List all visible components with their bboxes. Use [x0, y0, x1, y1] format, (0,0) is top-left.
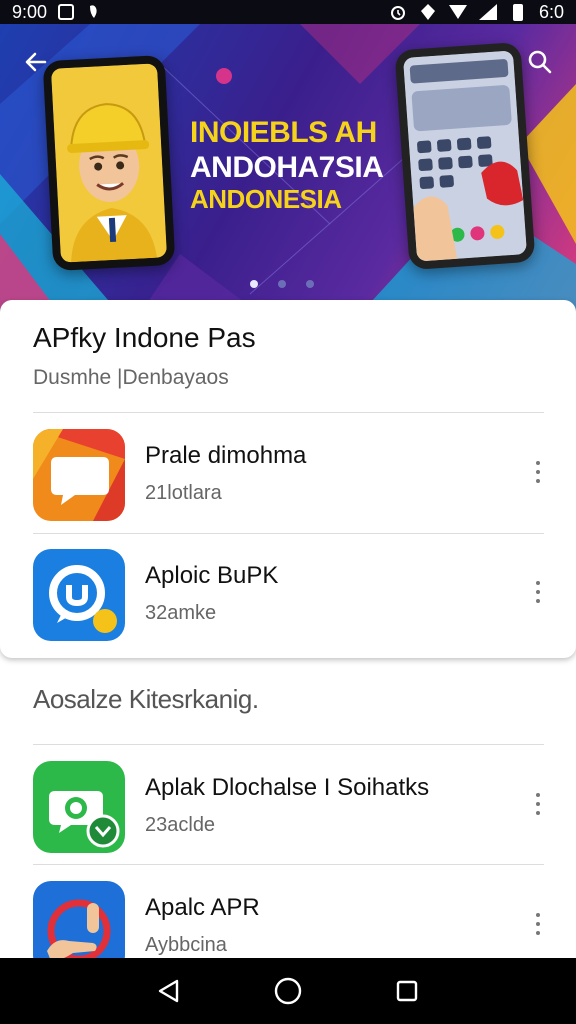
divider	[33, 744, 544, 745]
hero-headline: INOIEBLS AH ANDOHA7SIA ANDONESIA	[190, 116, 400, 215]
carousel-indicator	[250, 280, 314, 288]
hand-app-icon	[33, 881, 125, 958]
list-item[interactable]: Aplak Dlochalse I Soihatks 23aclde	[0, 746, 576, 858]
card-title: APfky Indone Pas	[33, 322, 256, 353]
nav-back-button[interactable]	[149, 971, 189, 1011]
overflow-menu-button[interactable]	[524, 904, 552, 944]
list-item[interactable]: Apalc APR Aybbcina	[0, 866, 576, 958]
app-meta: Aybbcina	[145, 934, 227, 956]
overflow-menu-button[interactable]	[524, 784, 552, 824]
app-name: Aplak Dlochalse I Soihatks	[145, 774, 430, 801]
hero-line-1: INOIEBLS AH	[190, 116, 377, 149]
app-name: Apalc APR	[145, 894, 260, 921]
list-item[interactable]: Prale dimohma 21lotlara	[0, 414, 576, 526]
overflow-menu-button[interactable]	[524, 572, 552, 612]
nav-recents-button[interactable]	[387, 971, 427, 1011]
overflow-menu-button[interactable]	[524, 452, 552, 492]
wifi-icon	[448, 4, 467, 20]
hero-banner[interactable]: INOIEBLS AH ANDOHA7SIA ANDONESIA	[0, 24, 576, 314]
system-navigation-bar	[0, 958, 576, 1024]
carousel-dot-1[interactable]	[250, 280, 258, 288]
circle-home-icon	[274, 977, 302, 1005]
square-recents-icon	[396, 980, 417, 1002]
triangle-back-icon	[159, 979, 179, 1003]
alarm-icon	[389, 4, 407, 20]
carousel-dot-2[interactable]	[278, 280, 286, 288]
divider	[33, 412, 544, 413]
app-name: Prale dimohma	[145, 442, 307, 469]
status-bar: 9:00 6:0	[0, 0, 576, 24]
phone-mockup-left	[42, 54, 176, 272]
list-item[interactable]: Aploic BuPK 32amke	[0, 534, 576, 646]
card-subtitle: Dusmhe |Denbayaos	[33, 366, 229, 389]
app-name: Aploic BuPK	[145, 562, 279, 589]
messenger-icon	[33, 549, 125, 641]
app-meta: 21lotlara	[145, 482, 222, 504]
battery-icon	[509, 3, 527, 21]
chat-bubble-icon	[33, 429, 125, 521]
status-right-text: 6:0	[538, 1, 564, 22]
worker-avatar-illustration	[50, 63, 168, 263]
status-time: 9:00	[12, 1, 48, 22]
nav-home-button[interactable]	[268, 971, 308, 1011]
phone-app-grid-illustration	[403, 50, 527, 262]
hero-line-2: ANDOHA7SIA	[190, 150, 384, 184]
gallery-icon	[57, 4, 75, 20]
app-meta: 23aclde	[145, 814, 216, 836]
divider	[33, 864, 544, 865]
carousel-dot-3[interactable]	[306, 280, 314, 288]
search-icon	[528, 50, 552, 74]
app-meta: 32amke	[145, 602, 217, 624]
section-title: Aosalze Kitesrkanig.	[33, 684, 259, 714]
signal-icon	[478, 4, 497, 20]
hero-line-3: ANDONESIA	[190, 184, 342, 214]
camera-chat-icon	[33, 761, 125, 853]
featured-card: APfky Indone Pas Dusmhe |Denbayaos Prale…	[0, 300, 576, 658]
notification-icon	[85, 4, 103, 20]
search-button[interactable]	[518, 40, 562, 84]
location-icon	[419, 4, 437, 20]
phone-mockup-right	[394, 41, 536, 271]
